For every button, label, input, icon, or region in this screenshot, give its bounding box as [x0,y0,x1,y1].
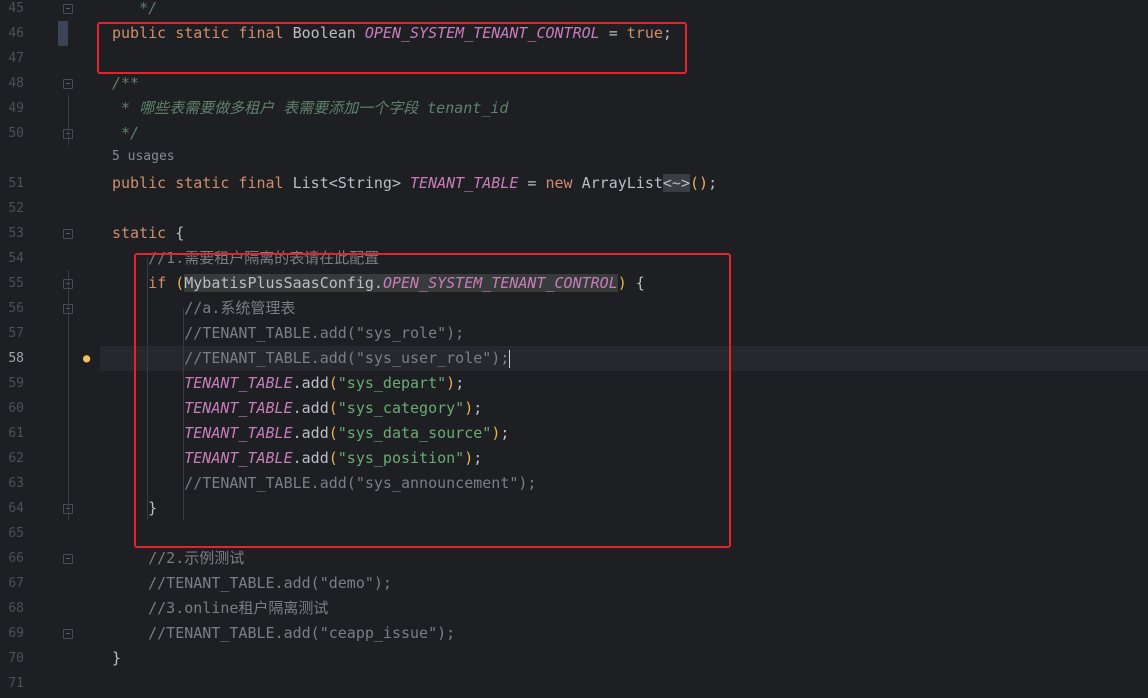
fold-range-line [68,95,69,145]
line-number: 46 [8,26,24,41]
line-number: 69 [8,626,24,641]
highlight-box-static-block [134,253,731,548]
fold-toggle-icon[interactable] [63,4,73,14]
code-line[interactable]: //TENANT_TABLE.add("demo"); [112,571,392,596]
change-marker[interactable] [58,21,68,46]
line-number: 53 [8,226,24,241]
code-token: () [690,174,709,192]
code-token: String [337,174,392,192]
line-number: 45 [8,1,24,16]
line-number: 58 [8,351,24,366]
line-number: 56 [8,301,24,316]
code-line[interactable]: */ [112,0,157,21]
line-number: 68 [8,601,24,616]
code-token: * 哪些表需要做多租户 表需要添加一个字段 [112,99,428,117]
code-token: { [175,224,185,242]
line-number: 59 [8,376,24,391]
code-line[interactable]: static { [112,221,184,246]
line-number: 55 [8,276,24,291]
code-token: //3.online租户隔离测试 [112,599,329,617]
fold-toggle-icon[interactable] [63,79,73,89]
code-token: ArrayList [581,174,663,192]
highlight-box-constant [97,22,687,74]
code-token: */ [112,124,140,142]
line-number: 48 [8,76,24,91]
line-number: 62 [8,451,24,466]
code-token: ; [708,174,718,192]
code-token: < [328,174,338,192]
line-number: 52 [8,201,24,216]
code-token: public static final [112,174,293,192]
code-token: static [112,224,176,242]
code-token: List [292,174,329,192]
code-line[interactable]: public static final List<String> TENANT_… [112,171,717,196]
code-line[interactable]: */ [112,121,139,146]
line-number: 65 [8,526,24,541]
indent-guide [183,308,184,520]
code-token: tenant_id [427,99,509,117]
line-number: 61 [8,426,24,441]
code-line[interactable]: /** [112,71,139,96]
code-token: <~> [662,174,690,192]
line-number: 64 [8,501,24,516]
fold-toggle-icon[interactable] [63,229,73,239]
code-token: } [112,649,122,667]
fold-toggle-icon[interactable] [63,629,73,639]
line-number: 70 [8,651,24,666]
line-number: 66 [8,551,24,566]
line-number: 57 [8,326,24,341]
line-number: 60 [8,401,24,416]
code-line[interactable]: //3.online租户隔离测试 [112,596,328,621]
line-number: 50 [8,126,24,141]
line-number: 49 [8,101,24,116]
line-number: 67 [8,576,24,591]
code-line[interactable]: * 哪些表需要做多租户 表需要添加一个字段 tenant_id [112,96,508,121]
line-number: 71 [8,676,24,691]
code-line[interactable]: //2.示例测试 [112,546,244,571]
code-token: new [545,174,582,192]
line-number: 63 [8,476,24,491]
lightbulb-icon[interactable]: ● [83,351,95,365]
code-token: > [391,174,411,192]
code-token: //2.示例测试 [112,549,245,567]
code-token: //TENANT_TABLE.add("demo"); [112,574,392,592]
fold-toggle-icon[interactable] [63,554,73,564]
line-number: 47 [8,51,24,66]
fold-range-line [68,270,69,520]
code-token: = [518,174,546,192]
code-token: //TENANT_TABLE.add("ceapp_issue"); [112,624,456,642]
code-line[interactable]: } [112,646,121,671]
code-token: */ [112,0,158,17]
indent-guide [147,258,148,520]
usages-hint[interactable]: 5 usages [112,144,175,169]
code-token: TENANT_TABLE [410,174,519,192]
code-token: /** [112,74,140,92]
line-number: 51 [8,176,24,191]
line-number: 54 [8,251,24,266]
code-line[interactable]: //TENANT_TABLE.add("ceapp_issue"); [112,621,455,646]
editor-gutter: 45 46 47 48 49 50 51 52 53 54 55 56 57 58 ● 59 60 61 62 63 6… [0,0,100,698]
